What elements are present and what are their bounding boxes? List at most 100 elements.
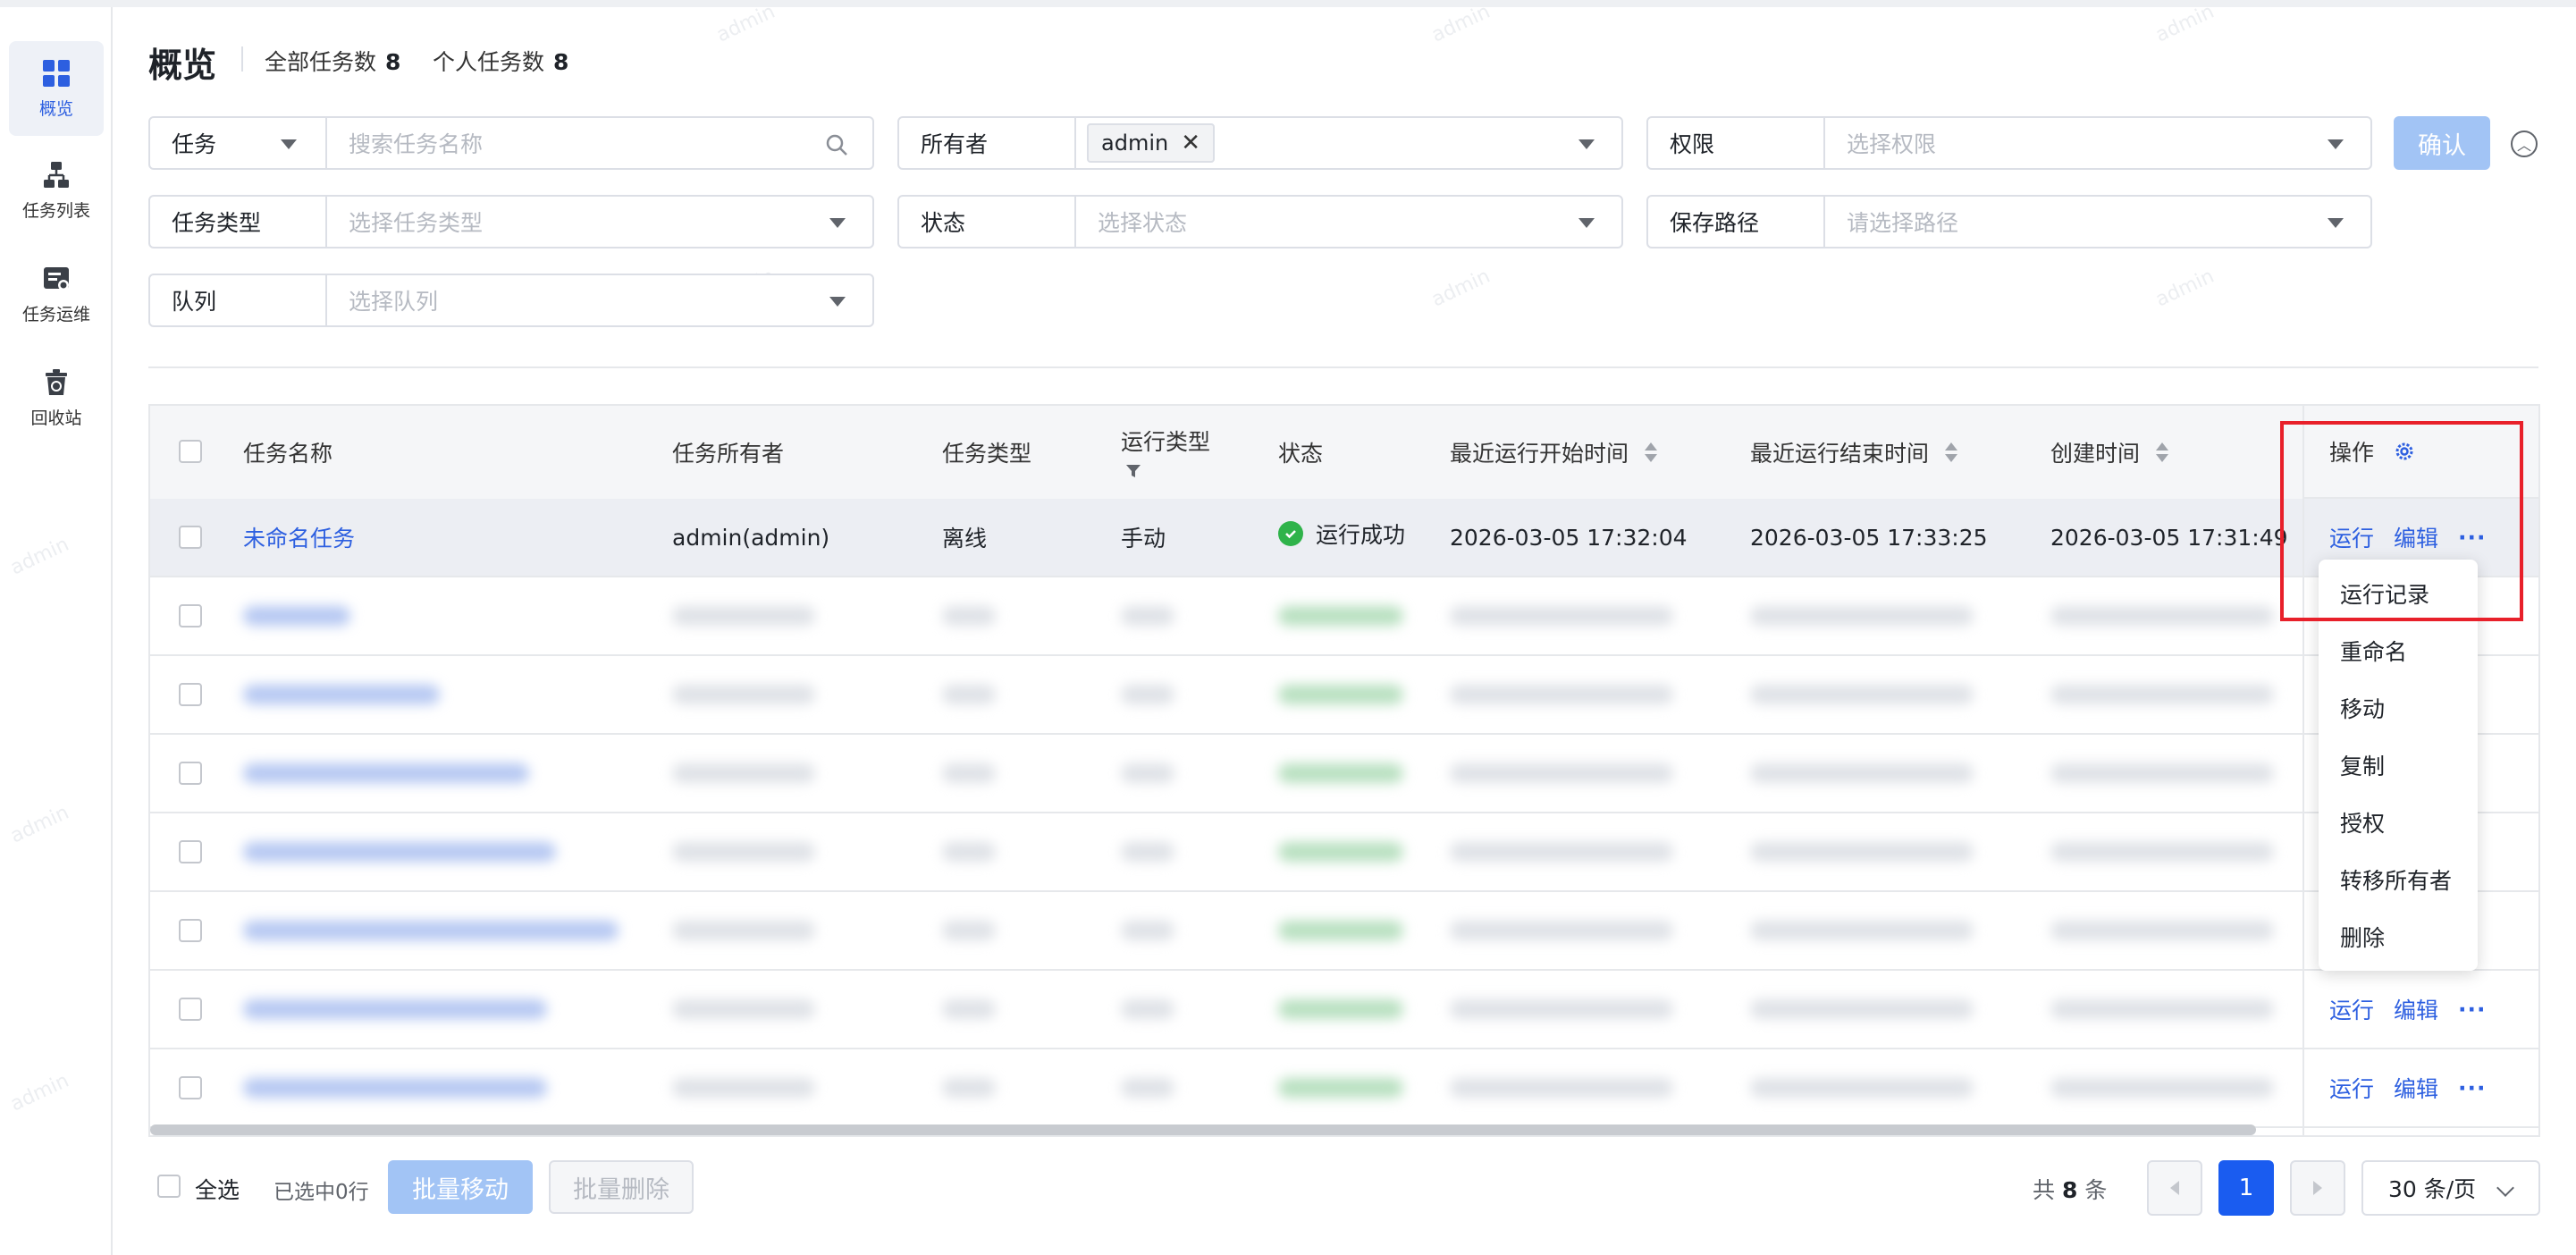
task-type-select[interactable]: 选择任务类型 bbox=[327, 197, 872, 247]
row-checkbox[interactable] bbox=[179, 762, 202, 785]
owner-select[interactable]: admin ✕ bbox=[1076, 118, 1621, 168]
blurred-content bbox=[1450, 921, 1673, 940]
blurred-content bbox=[1750, 921, 1974, 940]
blurred-content bbox=[942, 685, 996, 704]
page-1-button[interactable]: 1 bbox=[2218, 1160, 2274, 1216]
blurred-content bbox=[1450, 606, 1673, 626]
table-row-blurred[interactable] bbox=[150, 971, 2538, 1049]
table-row[interactable]: 未命名任务 admin(admin) 离线 手动 运行成功 2026-03-05… bbox=[150, 499, 2538, 577]
edit-button[interactable]: 编辑 bbox=[2394, 1072, 2438, 1104]
run-button[interactable]: 运行 bbox=[2329, 1072, 2374, 1104]
menu-item-authorize[interactable]: 授权 bbox=[2340, 806, 2385, 838]
blurred-content bbox=[942, 763, 996, 783]
status-filter: 状态 选择状态 bbox=[897, 195, 1623, 248]
row-checkbox[interactable] bbox=[179, 998, 202, 1021]
sort-icon[interactable] bbox=[1945, 442, 1958, 462]
header-divider bbox=[241, 46, 243, 72]
horizontal-scrollbar[interactable] bbox=[150, 1124, 2256, 1135]
menu-item-move[interactable]: 移动 bbox=[2340, 692, 2385, 724]
select-all-label[interactable]: 全选 bbox=[195, 1173, 240, 1205]
row-checkbox[interactable] bbox=[179, 919, 202, 942]
page-title: 概览 bbox=[148, 46, 217, 85]
chevron-right-icon bbox=[2313, 1181, 2322, 1195]
next-page-button[interactable] bbox=[2290, 1160, 2345, 1216]
task-search-input[interactable]: 搜索任务名称 bbox=[327, 118, 872, 168]
queue-filter: 队列 选择队列 bbox=[148, 274, 874, 327]
watermark: admin bbox=[1427, 0, 1494, 47]
task-table: 任务名称 任务所有者 任务类型 运行类型 状态 最近运行开始时间 最近运行结束时… bbox=[148, 404, 2540, 1137]
task-name-link[interactable]: 未命名任务 bbox=[243, 499, 355, 576]
sort-icon[interactable] bbox=[2156, 442, 2169, 462]
col-status: 状态 bbox=[1278, 441, 1324, 467]
blurred-content bbox=[942, 606, 996, 626]
ops-icon bbox=[44, 266, 69, 291]
blurred-content bbox=[1750, 1078, 1974, 1098]
row-checkbox[interactable] bbox=[179, 526, 202, 549]
menu-item-rename[interactable]: 重命名 bbox=[2340, 635, 2407, 667]
blurred-content bbox=[243, 999, 547, 1019]
table-row-blurred[interactable] bbox=[150, 656, 2538, 735]
more-icon[interactable]: ··· bbox=[2458, 997, 2487, 1023]
edit-button[interactable]: 编辑 bbox=[2394, 993, 2438, 1025]
batch-move-button[interactable]: 批量移动 bbox=[388, 1160, 533, 1214]
header-checkbox[interactable] bbox=[179, 440, 202, 463]
status-label: 状态 bbox=[899, 197, 1076, 247]
table-row-blurred[interactable] bbox=[150, 577, 2538, 656]
confirm-button[interactable]: 确认 bbox=[2394, 116, 2490, 170]
blurred-content bbox=[1278, 763, 1403, 783]
permission-filter: 权限 选择权限 bbox=[1646, 116, 2372, 170]
sidebar-item-overview[interactable]: 概览 bbox=[9, 41, 104, 136]
close-icon[interactable]: ✕ bbox=[1181, 130, 1200, 156]
end-time: 2026-03-05 17:33:25 bbox=[1750, 524, 1988, 551]
blurred-content bbox=[1121, 685, 1174, 704]
task-type-filter: 任务类型 选择任务类型 bbox=[148, 195, 874, 248]
menu-item-copy[interactable]: 复制 bbox=[2340, 749, 2385, 781]
row-checkbox[interactable] bbox=[179, 1076, 202, 1099]
col-end-time[interactable]: 最近运行结束时间 bbox=[1750, 406, 1958, 499]
table-row-blurred[interactable] bbox=[150, 892, 2538, 971]
row-checkbox[interactable] bbox=[179, 683, 202, 706]
created-time: 2026-03-05 17:31:49 bbox=[2050, 524, 2288, 551]
task-field-select[interactable]: 任务 bbox=[150, 118, 327, 168]
blurred-content bbox=[672, 1078, 815, 1098]
sidebar-item-label: 任务列表 bbox=[21, 200, 90, 221]
menu-item-delete[interactable]: 删除 bbox=[2340, 921, 2385, 953]
caret-down-icon bbox=[829, 218, 846, 228]
caret-down-icon bbox=[2328, 218, 2344, 228]
blurred-content bbox=[672, 606, 815, 626]
menu-item-transfer-owner[interactable]: 转移所有者 bbox=[2340, 863, 2452, 896]
batch-delete-button[interactable]: 批量删除 bbox=[549, 1160, 694, 1214]
permission-label: 权限 bbox=[1648, 118, 1825, 168]
sidebar-item-task-list[interactable]: 任务列表 bbox=[9, 143, 104, 238]
table-row-blurred[interactable] bbox=[150, 1049, 2538, 1128]
row-checkbox[interactable] bbox=[179, 840, 202, 863]
col-start-time[interactable]: 最近运行开始时间 bbox=[1450, 406, 1658, 499]
more-icon[interactable]: ··· bbox=[2458, 1075, 2487, 1101]
prev-page-button[interactable] bbox=[2147, 1160, 2202, 1216]
page-size-select[interactable]: 30 条/页 bbox=[2361, 1160, 2540, 1216]
blurred-content bbox=[2050, 763, 2274, 783]
queue-select[interactable]: 选择队列 bbox=[327, 275, 872, 325]
col-created-time[interactable]: 创建时间 bbox=[2050, 406, 2169, 499]
caret-down-icon bbox=[829, 297, 846, 307]
row-checkbox[interactable] bbox=[179, 604, 202, 628]
start-time: 2026-03-05 17:32:04 bbox=[1450, 524, 1688, 551]
total-count: 共 8 条 bbox=[2033, 1177, 2108, 1203]
collapse-icon[interactable]: ︿ bbox=[2511, 131, 2538, 157]
sort-icon[interactable] bbox=[1645, 442, 1658, 462]
sidebar-item-task-ops[interactable]: 任务运维 bbox=[9, 247, 104, 341]
select-all-checkbox[interactable] bbox=[157, 1175, 181, 1198]
queue-label: 队列 bbox=[150, 275, 327, 325]
sidebar-item-recycle-bin[interactable]: 回收站 bbox=[9, 350, 104, 445]
watermark: admin bbox=[2151, 0, 2218, 47]
run-button[interactable]: 运行 bbox=[2329, 993, 2374, 1025]
blurred-content bbox=[2050, 1078, 2274, 1098]
search-icon bbox=[826, 134, 847, 156]
permission-select[interactable]: 选择权限 bbox=[1825, 118, 2370, 168]
hierarchy-icon bbox=[44, 161, 69, 188]
filter-icon[interactable] bbox=[1124, 462, 1142, 480]
save-path-select[interactable]: 请选择路径 bbox=[1825, 197, 2370, 247]
table-row-blurred[interactable] bbox=[150, 735, 2538, 813]
status-select[interactable]: 选择状态 bbox=[1076, 197, 1621, 247]
table-row-blurred[interactable] bbox=[150, 813, 2538, 892]
